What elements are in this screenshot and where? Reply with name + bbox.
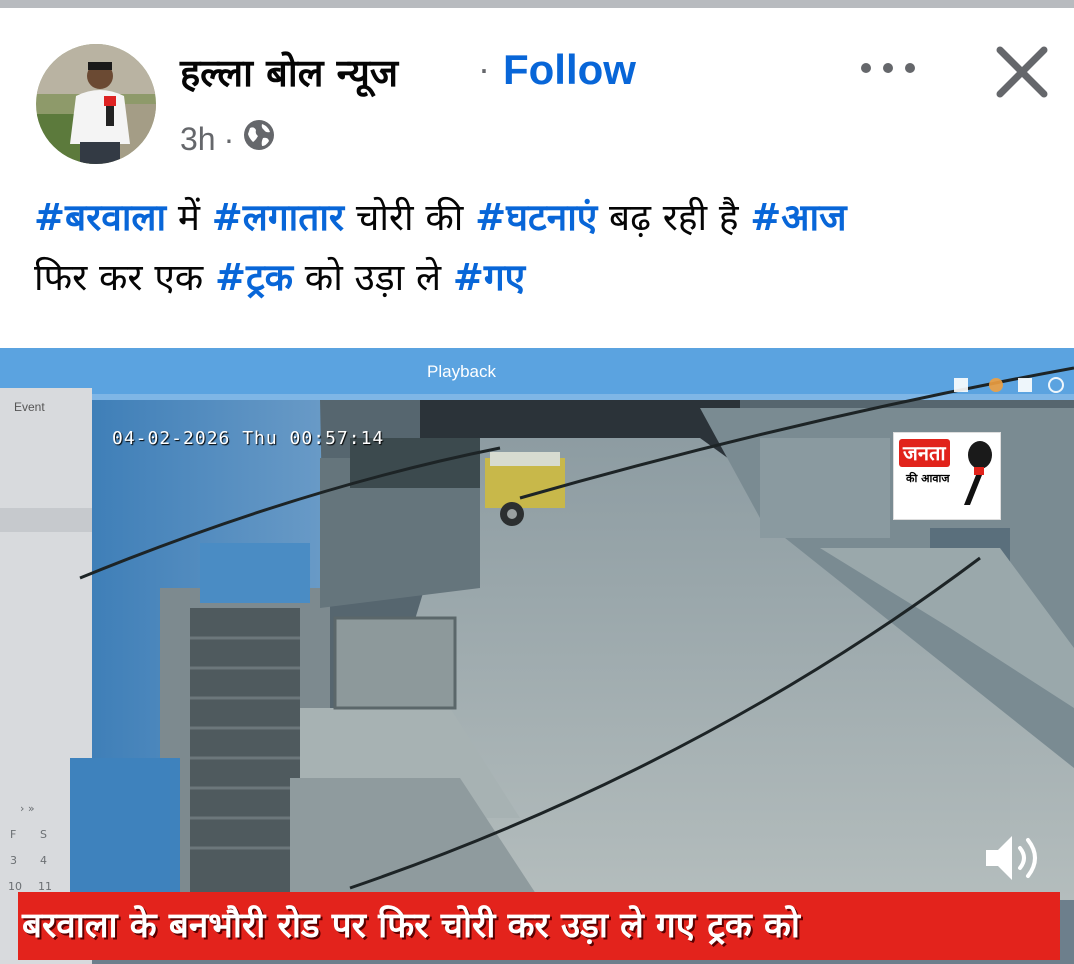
globe-icon[interactable] — [242, 118, 276, 160]
logo-line1: जनता — [899, 439, 950, 467]
caption-text: बढ़ रही है — [597, 196, 751, 239]
hashtag-link[interactable]: #ट्रक — [215, 256, 293, 299]
hashtag-link[interactable]: #गए — [453, 256, 525, 299]
news-banner: बरवाला के बनभौरी रोड पर फिर चोरी कर उड़ा… — [18, 892, 1060, 960]
avatar[interactable] — [36, 44, 156, 164]
top-divider — [0, 0, 1074, 8]
hashtag-link[interactable]: #घटनाएं — [475, 196, 597, 239]
hashtag-link[interactable]: #आज — [750, 196, 846, 239]
volume-icon — [986, 836, 1037, 880]
svg-text:› »: › » — [20, 802, 35, 815]
hashtag-link[interactable]: #बरवाला — [34, 196, 166, 239]
svg-text:S: S — [40, 828, 47, 841]
close-icon — [996, 46, 1048, 98]
volume-button[interactable] — [978, 828, 1048, 888]
svg-text:F: F — [10, 828, 16, 841]
more-options-button[interactable] — [856, 48, 920, 88]
meta-separator: · — [223, 120, 235, 157]
caption-line: #बरवाला में #लगातार चोरी की #घटनाएं बढ़ … — [34, 188, 1064, 248]
cctv-timestamp: 04-02-2026 Thu 00:57:14 — [112, 428, 385, 449]
news-banner-text: बरवाला के बनभौरी रोड पर फिर चोरी कर उड़ा… — [22, 906, 800, 946]
more-options-icon — [861, 63, 915, 73]
post-time[interactable]: 3h — [180, 121, 216, 158]
caption-text: फिर कर एक — [34, 256, 215, 299]
avatar-image — [36, 44, 156, 164]
playback-label: Playback — [427, 362, 496, 381]
caption-text: को उड़ा ले — [293, 256, 453, 299]
separator-dot: · — [478, 48, 490, 89]
post-meta: 3h · — [180, 118, 276, 160]
follow-button[interactable]: Follow — [503, 46, 636, 94]
logo-line2: की आवाज — [906, 472, 950, 485]
event-label: Event — [14, 400, 45, 414]
svg-text:3: 3 — [10, 854, 17, 867]
post-caption: #बरवाला में #लगातार चोरी की #घटनाएं बढ़ … — [34, 188, 1064, 308]
page-name[interactable]: हल्ला बोल न्यूज — [180, 46, 398, 98]
caption-text: में — [166, 196, 212, 239]
hashtag-link[interactable]: #लगातार — [212, 196, 344, 239]
svg-text:4: 4 — [40, 854, 47, 867]
close-button[interactable] — [990, 40, 1054, 104]
channel-logo: जनता की आवाज — [893, 432, 1001, 520]
caption-text: चोरी की — [344, 196, 476, 239]
video-player[interactable]: › » FS 34 10 11 Playback Event 04-02-2026… — [0, 348, 1074, 964]
caption-line: फिर कर एक #ट्रक को उड़ा ले #गए — [34, 248, 1064, 308]
microphone-icon — [964, 441, 992, 505]
